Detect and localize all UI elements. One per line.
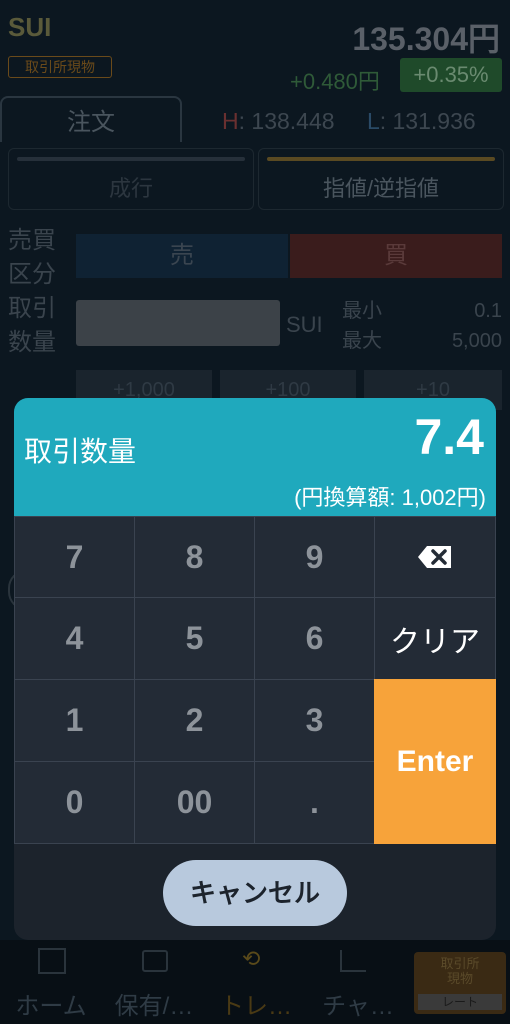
high-value: : 138.448 [238, 108, 335, 134]
market-switch-label: 取引所 現物 [440, 956, 480, 986]
symbol-label: SUI [8, 12, 52, 42]
nav-chart[interactable]: チャ… [316, 986, 400, 1021]
key-7[interactable]: 7 [14, 516, 135, 598]
low-label: L [366, 108, 380, 134]
min-label: 最小 [342, 300, 382, 322]
key-3[interactable]: 3 [254, 679, 375, 762]
cancel-button[interactable]: キャンセル [163, 860, 347, 926]
min-value: 0.1 [474, 300, 502, 322]
qty-label-1: 取引 [8, 295, 56, 322]
high-label: H [222, 108, 239, 134]
change-value: +0.480円 [290, 69, 380, 94]
min-max-labels: 最小 最大 [342, 296, 382, 356]
key-4[interactable]: 4 [14, 597, 135, 680]
refresh-icon: ⟲ [242, 946, 261, 971]
chart-icon [340, 950, 366, 972]
conversion-label: (円換算額: 1,002円) [294, 485, 486, 510]
price-label: 135.304円 [352, 21, 500, 57]
key-9[interactable]: 9 [254, 516, 375, 598]
wallet-icon [142, 950, 168, 972]
side-label: 売買 区分 [8, 224, 56, 292]
nav-home[interactable]: ホーム [6, 986, 96, 1021]
unit-label: SUI [286, 312, 323, 337]
max-label: 最大 [342, 330, 382, 352]
tab-market-label: 成行 [108, 176, 153, 201]
qty-label: 取引 数量 [8, 292, 56, 360]
high-low: H: 138.448 L: 131.936 [222, 108, 476, 135]
key-1[interactable]: 1 [14, 679, 135, 762]
max-value: 5,000 [451, 330, 502, 352]
nav-trade[interactable]: トレ… [214, 986, 298, 1021]
buy-button[interactable]: 買 [290, 234, 502, 278]
rate-label: レート [418, 994, 502, 1010]
tab-market[interactable]: 成行 [8, 148, 254, 210]
tab-limit-label: 指値/逆指値 [322, 176, 440, 201]
nav-holdings[interactable]: 保有/… [108, 986, 200, 1021]
grid-icon [38, 948, 66, 974]
sell-button[interactable]: 売 [76, 234, 288, 278]
key-2[interactable]: 2 [134, 679, 255, 762]
key-5[interactable]: 5 [134, 597, 255, 680]
key-00[interactable]: 00 [134, 761, 255, 844]
key-dot[interactable]: . [254, 761, 375, 844]
tab-order-label: 注文 [67, 109, 115, 136]
key-0[interactable]: 0 [14, 761, 135, 844]
qty-input[interactable] [76, 300, 280, 346]
min-max-values: 0.1 5,000 [452, 296, 502, 356]
keypad-value: 7.4 [414, 409, 484, 465]
change-pct-badge: +0.35% [400, 58, 502, 92]
qty-label-2: 数量 [8, 329, 56, 356]
market-badge: 取引所現物 [8, 56, 112, 78]
tab-order[interactable]: 注文 [0, 96, 182, 142]
side-label-1: 売買 [8, 227, 56, 254]
key-6[interactable]: 6 [254, 597, 375, 680]
tab-limit[interactable]: 指値/逆指値 [258, 148, 504, 210]
low-value: : 131.936 [379, 108, 476, 134]
keypad-modal: 取引数量 7.4 (円換算額: 1,002円) 7 8 9 4 5 6 1 2 … [14, 398, 496, 940]
enter-button[interactable]: Enter [374, 679, 496, 844]
backspace-button[interactable] [374, 516, 496, 598]
keypad-title: 取引数量 [24, 436, 137, 467]
side-label-2: 区分 [8, 261, 56, 288]
market-switch[interactable]: 取引所 現物 レート [414, 952, 506, 1014]
backspace-icon [418, 546, 451, 568]
key-8[interactable]: 8 [134, 516, 255, 598]
clear-button[interactable]: クリア [374, 597, 496, 680]
keypad-header: 取引数量 7.4 (円換算額: 1,002円) [14, 398, 496, 516]
